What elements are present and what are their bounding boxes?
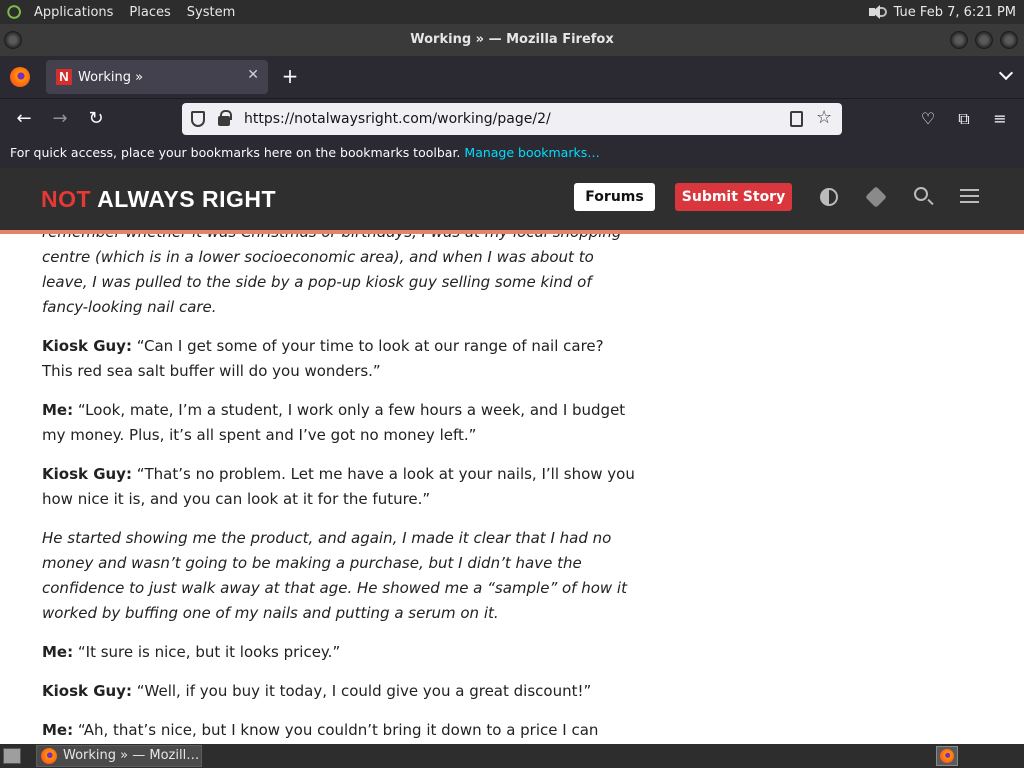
distro-logo-icon[interactable] — [6, 3, 24, 21]
speaker-label: Kiosk Guy: — [42, 337, 132, 355]
minimize-button[interactable] — [950, 31, 968, 49]
paragraph-text: “Look, mate, I’m a student, I work only … — [42, 401, 626, 444]
manage-bookmarks-link[interactable]: Manage bookmarks… — [464, 145, 599, 160]
bookmarks-toolbar: For quick access, place your bookmarks h… — [0, 138, 1024, 168]
firefox-icon — [940, 749, 954, 763]
taskbar-window-label: Working » — Mozill… — [63, 748, 200, 763]
story-paragraph: Me: “Ah, that’s nice, but I know you cou… — [42, 718, 637, 743]
url-text[interactable]: https://notalwaysright.com/working/page/… — [244, 111, 551, 127]
site-favicon-icon: N — [56, 69, 72, 85]
story-paragraph: Kiosk Guy: “Can I get some of your time … — [42, 334, 637, 384]
extensions-icon[interactable]: ⧉ — [953, 108, 975, 130]
paragraph-text: “Well, if you buy it today, I could give… — [131, 682, 592, 700]
clock[interactable]: Tue Feb 7, 6:21 PM — [894, 5, 1020, 20]
paragraph-text: He started showing me the product, and a… — [42, 529, 627, 622]
random-story-dice-icon[interactable] — [865, 186, 887, 208]
firefox-icon — [41, 748, 57, 764]
reload-button[interactable]: ↻ — [82, 105, 110, 133]
site-header: NOT ALWAYS RIGHT Forums Submit Story — [0, 168, 1024, 230]
firefox-view-icon[interactable] — [10, 67, 30, 87]
speaker-label: Me: — [42, 721, 74, 739]
pocket-icon[interactable]: ♡ — [917, 108, 939, 130]
paragraph-text: remember whether it was Christmas or bir… — [42, 234, 621, 316]
dark-mode-moon-icon[interactable] — [820, 188, 838, 206]
story-paragraph: Kiosk Guy: “Well, if you buy it today, I… — [42, 679, 637, 704]
system-menu[interactable]: System — [179, 5, 243, 20]
volume-icon[interactable] — [868, 4, 888, 20]
list-all-tabs-icon[interactable] — [1000, 68, 1012, 80]
applications-menu[interactable]: Applications — [26, 5, 121, 20]
tab-working[interactable]: N Working » ✕ — [46, 60, 268, 94]
tab-close-icon[interactable]: ✕ — [247, 67, 259, 83]
top-panel: Applications Places System Tue Feb 7, 6:… — [0, 0, 1024, 24]
story-body: remember whether it was Christmas or bir… — [42, 234, 637, 744]
story-paragraph: remember whether it was Christmas or bir… — [42, 234, 637, 320]
new-tab-button[interactable]: + — [280, 65, 300, 87]
forums-button[interactable]: Forums — [574, 183, 655, 211]
paragraph-text: “It sure is nice, but it looks pricey.” — [73, 643, 341, 661]
show-desktop-icon[interactable] — [3, 748, 21, 764]
navigation-toolbar: ← → ↻ https://notalwaysright.com/working… — [0, 98, 1024, 138]
speaker-label: Me: — [42, 401, 74, 419]
speaker-label: Kiosk Guy: — [42, 465, 132, 483]
app-menu-icon[interactable]: ≡ — [989, 108, 1011, 130]
maximize-button[interactable] — [975, 31, 993, 49]
workspace-switcher[interactable] — [936, 746, 958, 766]
window-menu-button[interactable] — [4, 31, 22, 49]
lock-icon[interactable] — [218, 110, 232, 126]
forward-button[interactable]: → — [46, 105, 74, 133]
hamburger-menu-icon[interactable] — [960, 189, 979, 203]
window-title: Working » — Mozilla Firefox — [410, 32, 614, 47]
submit-story-button[interactable]: Submit Story — [675, 183, 792, 211]
story-paragraph: Me: “It sure is nice, but it looks price… — [42, 640, 637, 665]
tab-title: Working » — [78, 69, 144, 85]
tracking-protection-shield-icon[interactable] — [191, 111, 205, 127]
tab-strip: N Working » ✕ + — [0, 56, 1024, 98]
story-paragraph: Kiosk Guy: “That’s no problem. Let me ha… — [42, 462, 637, 512]
speaker-label: Me: — [42, 643, 74, 661]
window-titlebar[interactable]: Working » — Mozilla Firefox — [0, 24, 1024, 56]
reader-view-icon[interactable] — [790, 111, 803, 127]
url-bar[interactable]: https://notalwaysright.com/working/page/… — [182, 103, 842, 135]
speaker-label: Kiosk Guy: — [42, 682, 132, 700]
taskbar-window-button[interactable]: Working » — Mozill… — [36, 745, 202, 767]
paragraph-text: “Ah, that’s nice, but I know you couldn’… — [73, 721, 599, 739]
bottom-taskbar: Working » — Mozill… — [0, 744, 1024, 768]
story-paragraph: He started showing me the product, and a… — [42, 526, 637, 626]
site-logo[interactable]: NOT ALWAYS RIGHT — [41, 186, 276, 213]
places-menu[interactable]: Places — [121, 5, 178, 20]
close-window-button[interactable] — [1000, 31, 1018, 49]
page-content: remember whether it was Christmas or bir… — [0, 234, 1024, 744]
search-icon[interactable] — [914, 187, 928, 201]
story-paragraph: Me: “Look, mate, I’m a student, I work o… — [42, 398, 637, 448]
back-button[interactable]: ← — [10, 105, 38, 133]
bookmarks-hint: For quick access, place your bookmarks h… — [10, 145, 461, 160]
bookmark-star-icon[interactable]: ☆ — [816, 108, 832, 128]
